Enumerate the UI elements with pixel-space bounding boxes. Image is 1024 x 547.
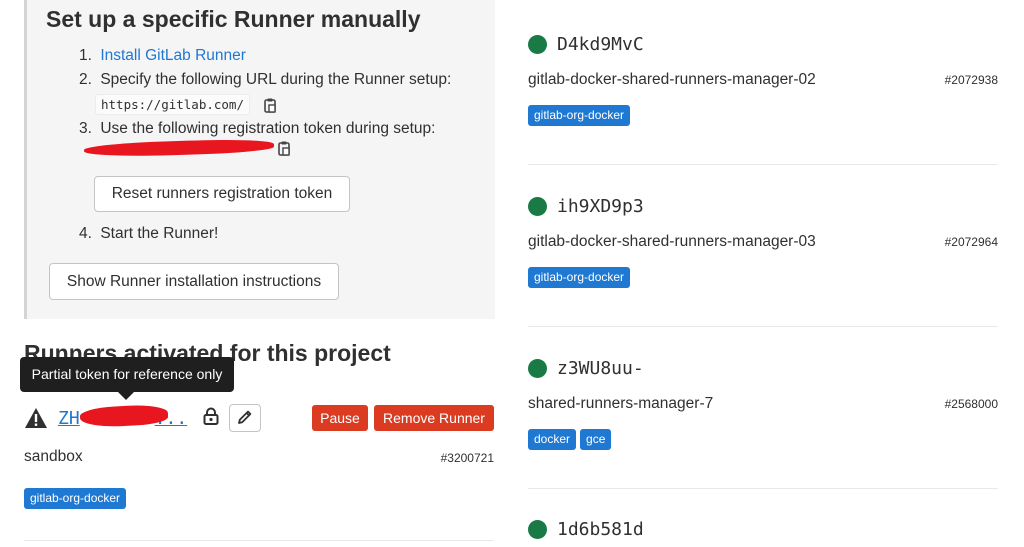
step-3-text: Use the following registration token dur… [100, 120, 436, 137]
install-gitlab-runner-link[interactable]: Install GitLab Runner [100, 47, 246, 64]
shared-runner-item: ih9XD9p3 gitlab-docker-shared-runners-ma… [528, 194, 998, 288]
activated-runner-description: sandbox [24, 448, 83, 465]
setup-steps: 1. Install GitLab Runner 2. Specify the … [79, 44, 489, 92]
shared-runner-tags: gitlab-org-docker [528, 105, 998, 126]
status-online-dot-icon [528, 358, 547, 378]
partial-token-tooltip: Partial token for reference only [20, 357, 234, 392]
status-online-dot-icon [528, 34, 547, 54]
redacted-registration-token [83, 137, 275, 159]
step-1: 1. Install GitLab Runner [79, 47, 246, 64]
tooltip-arrow [118, 392, 134, 400]
setup-steps-4: 4. Start the Runner! [79, 222, 489, 246]
shared-runner-tags: docker gce [528, 429, 998, 450]
divider [528, 164, 998, 165]
shared-runner-description: gitlab-docker-shared-runners-manager-02 [528, 71, 816, 88]
shared-runner-description: shared-runners-manager-7 [528, 395, 714, 412]
url-row: https://gitlab.com/ [95, 94, 278, 115]
shared-runner-id: #2072964 [944, 235, 998, 249]
pause-runner-button[interactable]: Pause [312, 405, 368, 431]
step-4-text: Start the Runner! [100, 225, 219, 242]
shared-runner-name: z3WU8uu- [557, 357, 644, 379]
registration-token-row [83, 137, 292, 159]
shared-runner-description: gitlab-docker-shared-runners-manager-03 [528, 233, 816, 250]
step-3: 3. Use the following registration token … [79, 120, 436, 137]
shared-runner-item: 1d6b581d [528, 517, 998, 541]
runner-tag-badge: gitlab-org-docker [24, 488, 127, 509]
edit-runner-button[interactable] [229, 404, 261, 432]
reset-registration-token-button[interactable]: Reset runners registration token [94, 176, 350, 212]
step-4: 4. Start the Runner! [79, 225, 219, 242]
shared-runner-name: D4kd9MvC [557, 33, 644, 55]
runner-tag-badge: docker [528, 429, 577, 450]
shared-runner-name: 1d6b581d [557, 518, 644, 540]
shared-runner-item: z3WU8uu- shared-runners-manager-7 #25680… [528, 356, 998, 450]
runner-tag-badge: gitlab-org-docker [528, 267, 631, 288]
pencil-icon [237, 409, 253, 428]
status-online-dot-icon [528, 196, 547, 216]
runner-tag-badge: gce [580, 429, 612, 450]
status-online-dot-icon [528, 519, 547, 539]
lock-icon [203, 407, 219, 425]
divider [528, 326, 998, 327]
copy-url-clipboard-icon[interactable] [262, 97, 278, 113]
copy-token-clipboard-icon[interactable] [276, 140, 292, 156]
shared-runner-item: D4kd9MvC gitlab-docker-shared-runners-ma… [528, 32, 998, 126]
runner-url-code: https://gitlab.com/ [95, 94, 250, 115]
divider [24, 540, 494, 541]
shared-runner-id: #2072938 [944, 73, 998, 87]
show-installation-instructions-button[interactable]: Show Runner installation instructions [49, 263, 339, 300]
warning-triangle-icon [24, 407, 48, 429]
shared-runner-id: #2568000 [944, 397, 998, 411]
shared-runner-name: ih9XD9p3 [557, 195, 644, 217]
step-2: 2. Specify the following URL during the … [79, 71, 452, 88]
setup-steps-3: 3. Use the following registration token … [79, 117, 489, 141]
activated-runner-tags: gitlab-org-docker [24, 488, 130, 509]
runner-tag-badge: gitlab-org-docker [528, 105, 631, 126]
divider [528, 488, 998, 489]
shared-runner-tags: gitlab-org-docker [528, 267, 998, 288]
manual-setup-panel: Set up a specific Runner manually 1. Ins… [24, 0, 495, 319]
setup-title: Set up a specific Runner manually [46, 6, 421, 32]
remove-runner-button[interactable]: Remove Runner [374, 405, 494, 431]
step-2-text: Specify the following URL during the Run… [100, 71, 452, 88]
activated-runner-id: #3200721 [440, 451, 494, 465]
